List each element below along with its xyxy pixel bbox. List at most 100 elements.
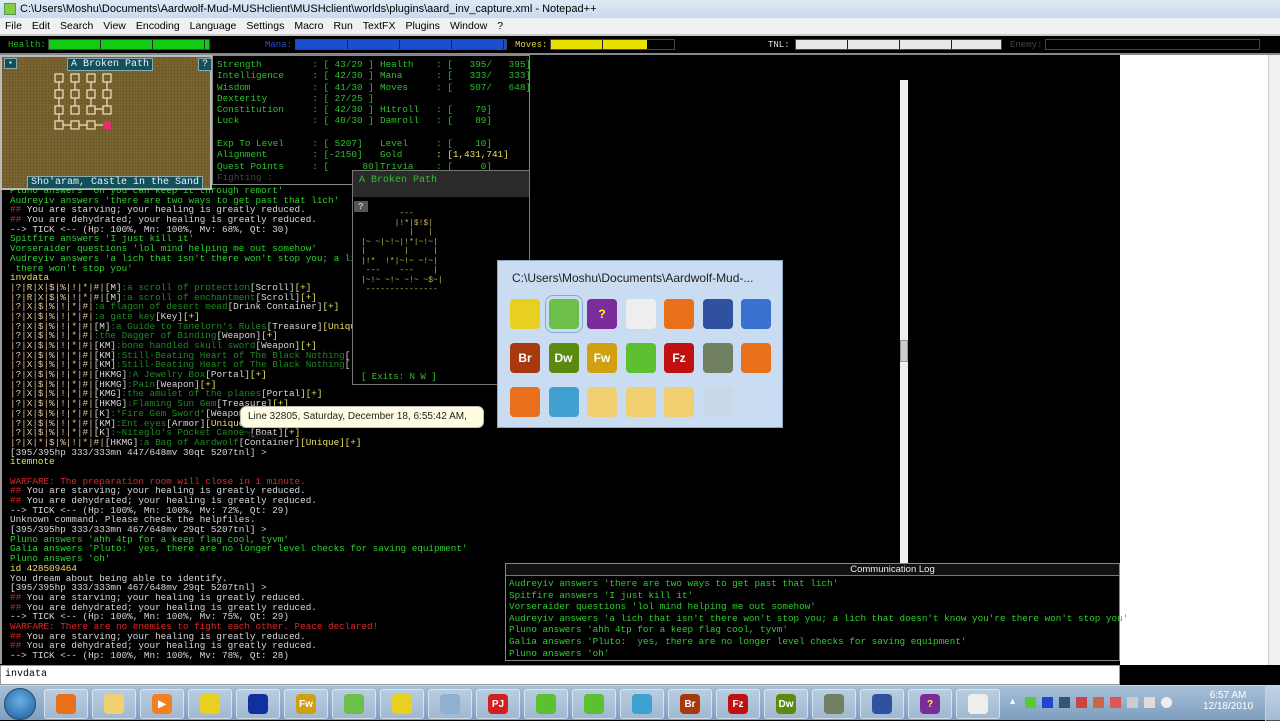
firefox-icon[interactable] (510, 387, 540, 417)
stat-label: Strength (217, 59, 262, 70)
notepad-plus-plus-icon (344, 694, 364, 714)
stat-label: Exp To Level (217, 138, 284, 150)
phone-app-icon[interactable] (702, 299, 733, 329)
line-text: itemnote (10, 456, 55, 468)
stat-value: : [ 42/30 ] (290, 104, 374, 116)
bridge-icon[interactable]: Br (510, 343, 540, 373)
editor-scrollbar[interactable] (1268, 55, 1280, 665)
taskbar-button-explorer[interactable] (92, 689, 136, 719)
stat-label: Fighting : (217, 171, 273, 183)
taskbar-button-search-doc[interactable] (428, 689, 472, 719)
stat-row: Damroll : [ 89] (380, 115, 531, 126)
mushclient-icon[interactable] (510, 299, 540, 329)
app-tray-icon[interactable] (1042, 697, 1053, 708)
menu-file[interactable]: File (0, 18, 27, 34)
speaker-icon[interactable] (702, 343, 733, 373)
taskbar-button-media-player[interactable]: ▶ (140, 689, 184, 719)
firefox-icon[interactable] (664, 299, 694, 329)
menu-settings[interactable]: Settings (241, 18, 289, 34)
mushclient-icon (392, 694, 412, 714)
menu-help[interactable]: ? (492, 18, 508, 34)
menu-edit[interactable]: Edit (27, 18, 55, 34)
popup-title: C:\Users\Moshu\Documents\Aardwolf-Mud-..… (512, 271, 754, 285)
taskbar-button-bridge[interactable]: Br (668, 689, 712, 719)
ascii-map-row: --- --- | (361, 266, 438, 275)
menu-view[interactable]: View (98, 18, 131, 34)
taskbar-button-fireworks[interactable]: Fw (284, 689, 328, 719)
menu-textfx[interactable]: TextFX (358, 18, 401, 34)
menu-search[interactable]: Search (55, 18, 98, 34)
taskbar-button-speaker[interactable] (812, 689, 856, 719)
item-extra: [+] (322, 301, 340, 313)
terminal-line: [395/395hp 333/333mn 447/648mv 30qt 5207… (10, 447, 507, 458)
fireworks-icon[interactable]: Fw (587, 343, 617, 373)
monitor-icon[interactable] (741, 299, 771, 329)
taskbar-button-notepad-plus-plus[interactable] (332, 689, 376, 719)
action-center-icon[interactable] (1110, 697, 1121, 708)
ascii-map-row: | | (361, 228, 434, 237)
facebook-tray-icon[interactable] (1059, 697, 1070, 708)
taskbar-button-help-book[interactable]: ? (908, 689, 952, 719)
firefox-icon[interactable] (741, 343, 771, 373)
ascii-map-row: |!*|$!$| (361, 218, 434, 228)
messenger-icon[interactable] (548, 387, 579, 417)
window-title: C:\Users\Moshu\Documents\Aardwolf-Mud-MU… (20, 3, 597, 15)
taskbar-button-phone-app[interactable] (860, 689, 904, 719)
volume-icon[interactable] (1161, 697, 1172, 708)
folder-icon[interactable] (625, 387, 656, 417)
dreamweaver-icon[interactable]: Dw (548, 343, 579, 373)
stat-row: Intelligence : [ 42/30 ] (217, 70, 379, 81)
taskbar-button-filezilla[interactable]: Fz (716, 689, 760, 719)
start-button[interactable] (4, 688, 36, 720)
clock[interactable]: 6:57 AM 12/18/2010 (1196, 690, 1260, 712)
network-icon[interactable] (1144, 697, 1155, 708)
clock-date: 12/18/2010 (1202, 701, 1254, 712)
taskbar-button-pidgin[interactable] (572, 689, 616, 719)
command-input[interactable]: invdata (0, 665, 1120, 685)
stat-row: Dexterity : [ 27/25 ] (217, 93, 379, 104)
taskbar-button-mushclient[interactable] (188, 689, 232, 719)
power-icon[interactable] (1127, 697, 1138, 708)
map-help-button[interactable]: ? (198, 58, 213, 71)
speaker-icon (824, 694, 844, 714)
scrollbar-thumb[interactable] (900, 340, 908, 362)
zip-folder-icon[interactable] (664, 387, 694, 417)
pidgin-tray-icon[interactable] (1025, 697, 1036, 708)
taskbar-button-dreamweaver[interactable]: Dw (764, 689, 808, 719)
menu-plugins[interactable]: Plugins (400, 18, 444, 34)
stat-row: Strength : [ 43/29 ] (217, 59, 379, 70)
menu-language[interactable]: Language (185, 18, 242, 34)
taskbar-button-firefox[interactable] (44, 689, 88, 719)
stat-row: Wisdom : [ 41/30 ] (217, 82, 379, 93)
folder-icon[interactable] (587, 387, 617, 417)
taskbar-button-pidgin[interactable] (524, 689, 568, 719)
taskbar-button-egg[interactable] (956, 689, 1000, 719)
stat-row: Constitution : [ 42/30 ] (217, 104, 379, 115)
menu-macro[interactable]: Macro (289, 18, 328, 34)
filezilla-icon[interactable]: Fz (664, 343, 694, 373)
ascii-map: --- |!*|$!$| | | |~ ~|~!~|!*|~!~| | | | |!*… (361, 209, 443, 295)
help-book-icon[interactable]: ? (587, 299, 617, 329)
item-type: [Drink Container] (227, 301, 323, 313)
menu-run[interactable]: Run (329, 18, 358, 34)
egg-icon[interactable] (625, 299, 656, 329)
taskbar-button-blue-app[interactable] (236, 689, 280, 719)
taskbar-button-project64[interactable]: PJ (476, 689, 520, 719)
ascii-map-row: |~ ~|~!~|!*|~!~| (361, 237, 438, 247)
recycle-bin-icon[interactable] (702, 387, 733, 417)
menu-window[interactable]: Window (445, 18, 492, 34)
notepad-plus-plus-icon[interactable] (544, 295, 583, 333)
taskbar-button-messenger[interactable] (620, 689, 664, 719)
terminal-line: Pluno answers 'oh' (10, 554, 507, 564)
tray-expand-icon[interactable]: ▴ (1010, 696, 1015, 707)
mail-tray-icon[interactable] (1076, 697, 1087, 708)
menu-encoding[interactable]: Encoding (131, 18, 185, 34)
show-desktop-button[interactable] (1265, 686, 1280, 721)
stat-value: : [ 10] (425, 138, 492, 150)
exits-line: [ Exits: N W ] (361, 372, 437, 382)
map-menu-button[interactable]: ▪ (4, 58, 17, 69)
taskbar-button-mushclient[interactable] (380, 689, 424, 719)
mail2-tray-icon[interactable] (1093, 697, 1104, 708)
dreamweaver-icon: Dw (776, 694, 796, 714)
pidgin-icon[interactable] (625, 343, 656, 373)
